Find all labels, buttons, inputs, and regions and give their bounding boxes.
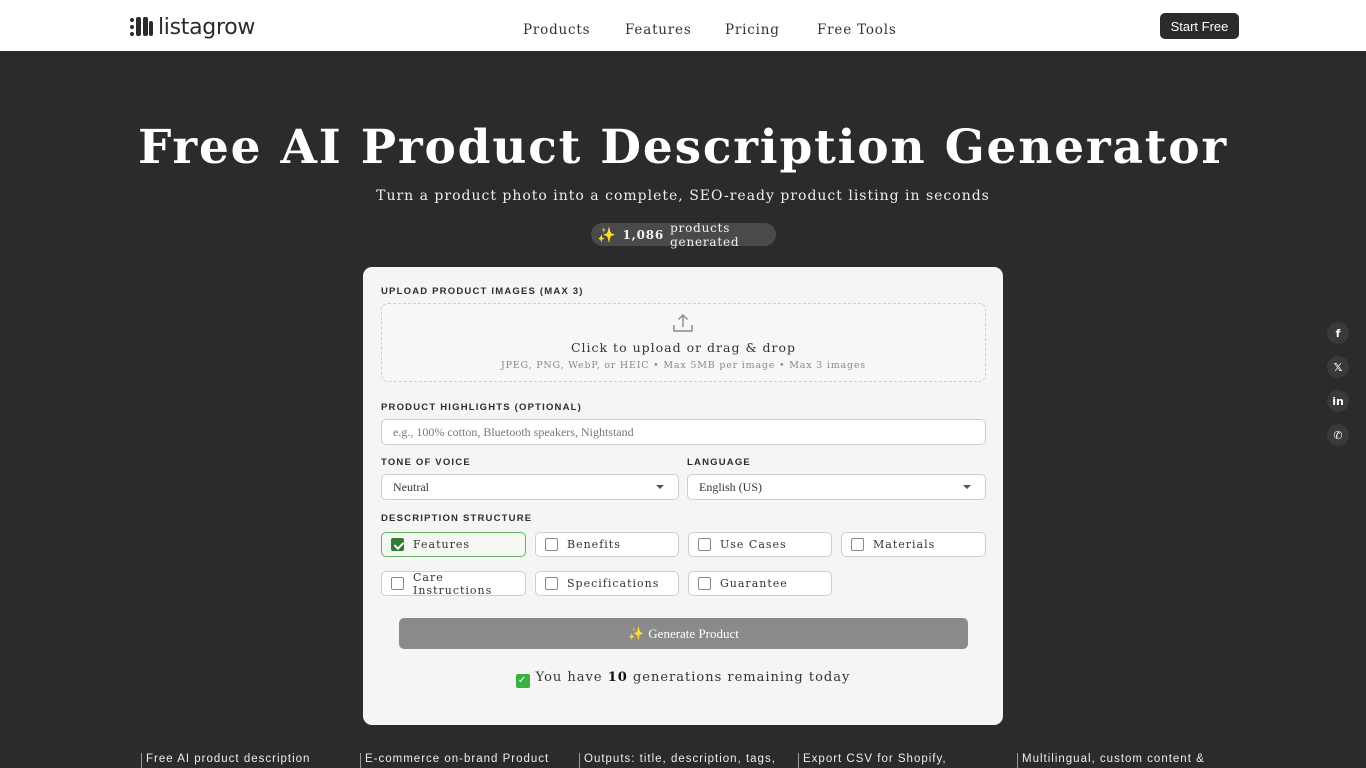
remaining-suffix: generations remaining today [632,670,851,685]
feature-item: Multilingual, custom content & [1017,753,1227,768]
generate-product-button[interactable]: ✨ Generate Product [399,618,968,649]
structure-option-label: Benefits [567,538,621,551]
checkbox-icon[interactable] [698,538,711,551]
feature-item: Outputs: title, description, tags, [579,753,789,768]
chevron-down-icon [656,485,664,489]
page-subtitle: Turn a product photo into a complete, SE… [376,188,990,204]
checkbox-icon[interactable] [545,577,558,590]
generate-button-label: Generate Product [648,625,739,641]
upload-label: UPLOAD PRODUCT IMAGES (MAX 3) [381,286,584,297]
structure-option-specifications[interactable]: Specifications [535,571,679,596]
language-selected-value: English (US) [699,479,762,494]
structure-option-materials[interactable]: Materials [841,532,986,557]
structure-option-benefits[interactable]: Benefits [535,532,679,557]
structure-option-label: Use Cases [720,538,787,551]
feature-item: Export CSV for Shopify, [798,753,1008,768]
structure-option-label: Care Instructions [413,570,493,597]
upload-instructions: Click to upload or drag & drop [570,340,797,355]
generated-counter-badge: ✨ 1,086 products generated [591,220,776,249]
structure-option-use-cases[interactable]: Use Cases [688,532,832,557]
image-upload-dropzone[interactable]: Click to upload or drag & drop JPEG, PNG… [381,303,986,382]
top-navigation-bar: listagrow Products Features Pricing Free… [0,0,1366,51]
language-select[interactable]: English (US) [687,474,986,500]
upload-icon [673,314,693,332]
chevron-down-icon [963,485,971,489]
structure-option-label: Guarantee [720,577,788,590]
checkbox-icon[interactable] [391,577,404,590]
generator-form-card: UPLOAD PRODUCT IMAGES (MAX 3) Click to u… [363,267,1003,725]
product-highlights-input[interactable]: e.g., 100% cotton, Bluetooth speakers, N… [381,419,986,445]
start-free-button[interactable]: Start Free [1160,13,1239,39]
highlights-label: PRODUCT HIGHLIGHTS (OPTIONAL) [381,402,583,413]
generations-remaining-status: ✓ You have 10 generations remaining today [363,670,1003,688]
generated-count-label: products generated [670,220,740,249]
tone-select[interactable]: Neutral [381,474,679,500]
x-icon[interactable]: 𝕏 [1327,356,1349,378]
nav-pricing[interactable]: Pricing [725,22,780,38]
checkbox-checked-icon[interactable] [391,538,404,551]
remaining-count: 10 [607,670,628,685]
sparkles-icon: ✨ [628,625,645,641]
structure-option-label: Materials [873,538,936,551]
structure-label: DESCRIPTION STRUCTURE [381,513,533,524]
language-label: LANGUAGE [687,457,751,468]
whatsapp-icon[interactable]: ✆ [1327,424,1349,446]
structure-option-features[interactable]: Features [381,532,526,557]
structure-option-label: Features [413,538,471,551]
nav-free-tools[interactable]: Free Tools [817,22,897,38]
remaining-prefix: You have [535,670,603,685]
feature-item: E-commerce on-brand Product [360,753,570,768]
checkbox-icon[interactable] [698,577,711,590]
logo-text: listagrow [158,14,256,40]
checkbox-icon[interactable] [545,538,558,551]
feature-item: Free AI product description [141,753,351,768]
check-mark-icon: ✓ [515,674,530,688]
page-title: Free AI Product Description Generator [138,120,1228,175]
nav-products[interactable]: Products [523,22,590,38]
structure-option-guarantee[interactable]: Guarantee [688,571,832,596]
structure-option-care-instructions[interactable]: Care Instructions [381,570,526,597]
linkedin-icon[interactable]: in [1327,390,1349,412]
generated-count: 1,086 [622,227,665,242]
structure-option-label: Specifications [567,577,660,590]
sparkles-icon: ✨ [597,225,617,244]
checkbox-icon[interactable] [851,538,864,551]
tone-selected-value: Neutral [393,479,429,494]
facebook-icon[interactable]: f [1327,322,1349,344]
upload-constraints: JPEG, PNG, WebP, or HEIC • Max 5MB per i… [501,360,866,371]
logo-mark-icon [130,17,153,37]
nav-features[interactable]: Features [625,22,692,38]
logo[interactable]: listagrow [130,14,255,40]
tone-label: TONE OF VOICE [381,457,471,468]
